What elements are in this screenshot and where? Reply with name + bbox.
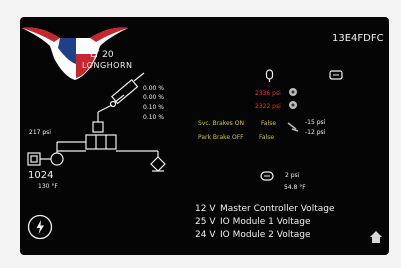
brake-pressure-2: 2322 psi — [255, 103, 281, 110]
home-icon — [370, 231, 382, 243]
brake-gauge-1-icon — [289, 88, 297, 96]
voltage-value-2: 24 V — [195, 230, 216, 240]
voltage-label-0: Master Controller Voltage — [220, 204, 335, 214]
valve-2: 0.10 % — [143, 104, 164, 111]
trans-pressure: 2 psi — [285, 172, 300, 179]
brake-readout-1: -15 psi — [305, 119, 326, 126]
voltage-label-2: IO Module 2 Voltage — [220, 230, 311, 240]
transmission-icon — [260, 171, 274, 181]
svc-brakes-value: False — [261, 120, 277, 127]
hyd-pressure: 217 psi — [29, 129, 51, 136]
brake-gauge-2-icon — [289, 101, 297, 109]
voltage-value-1: 25 V — [195, 217, 216, 227]
brake-readout-2: -12 psi — [305, 129, 326, 136]
park-brake-value: False — [259, 134, 275, 141]
valve-1: 0.00 % — [143, 94, 164, 101]
brake-pressure-1: 2336 psi — [255, 90, 281, 97]
voltage-value-0: 12 V — [195, 204, 216, 214]
device-frame: LT 20 LONGHORN 13E4FDFC 217 psi 1024 130… — [0, 0, 401, 268]
gauge-icon — [265, 69, 274, 82]
valve-0: 0.00 % — [143, 85, 164, 92]
park-brake-label: Park Brake OFF — [198, 134, 244, 141]
power-button[interactable] — [27, 214, 53, 240]
home-button[interactable] — [369, 230, 383, 244]
brake-pedal-icon — [287, 122, 299, 132]
battery-icon — [329, 70, 343, 80]
trans-temperature: 54.8 °F — [284, 184, 306, 191]
power-icon — [27, 214, 53, 240]
voltage-label-1: IO Module 1 Voltage — [220, 217, 311, 227]
display-screen: LT 20 LONGHORN 13E4FDFC 217 psi 1024 130… — [20, 17, 389, 255]
hyd-counter: 1024 — [28, 170, 54, 181]
svc-brakes-label: Svc. Brakes ON — [198, 120, 244, 127]
valve-3: 0.10 % — [143, 114, 164, 121]
hyd-temperature: 130 °F — [38, 183, 58, 190]
